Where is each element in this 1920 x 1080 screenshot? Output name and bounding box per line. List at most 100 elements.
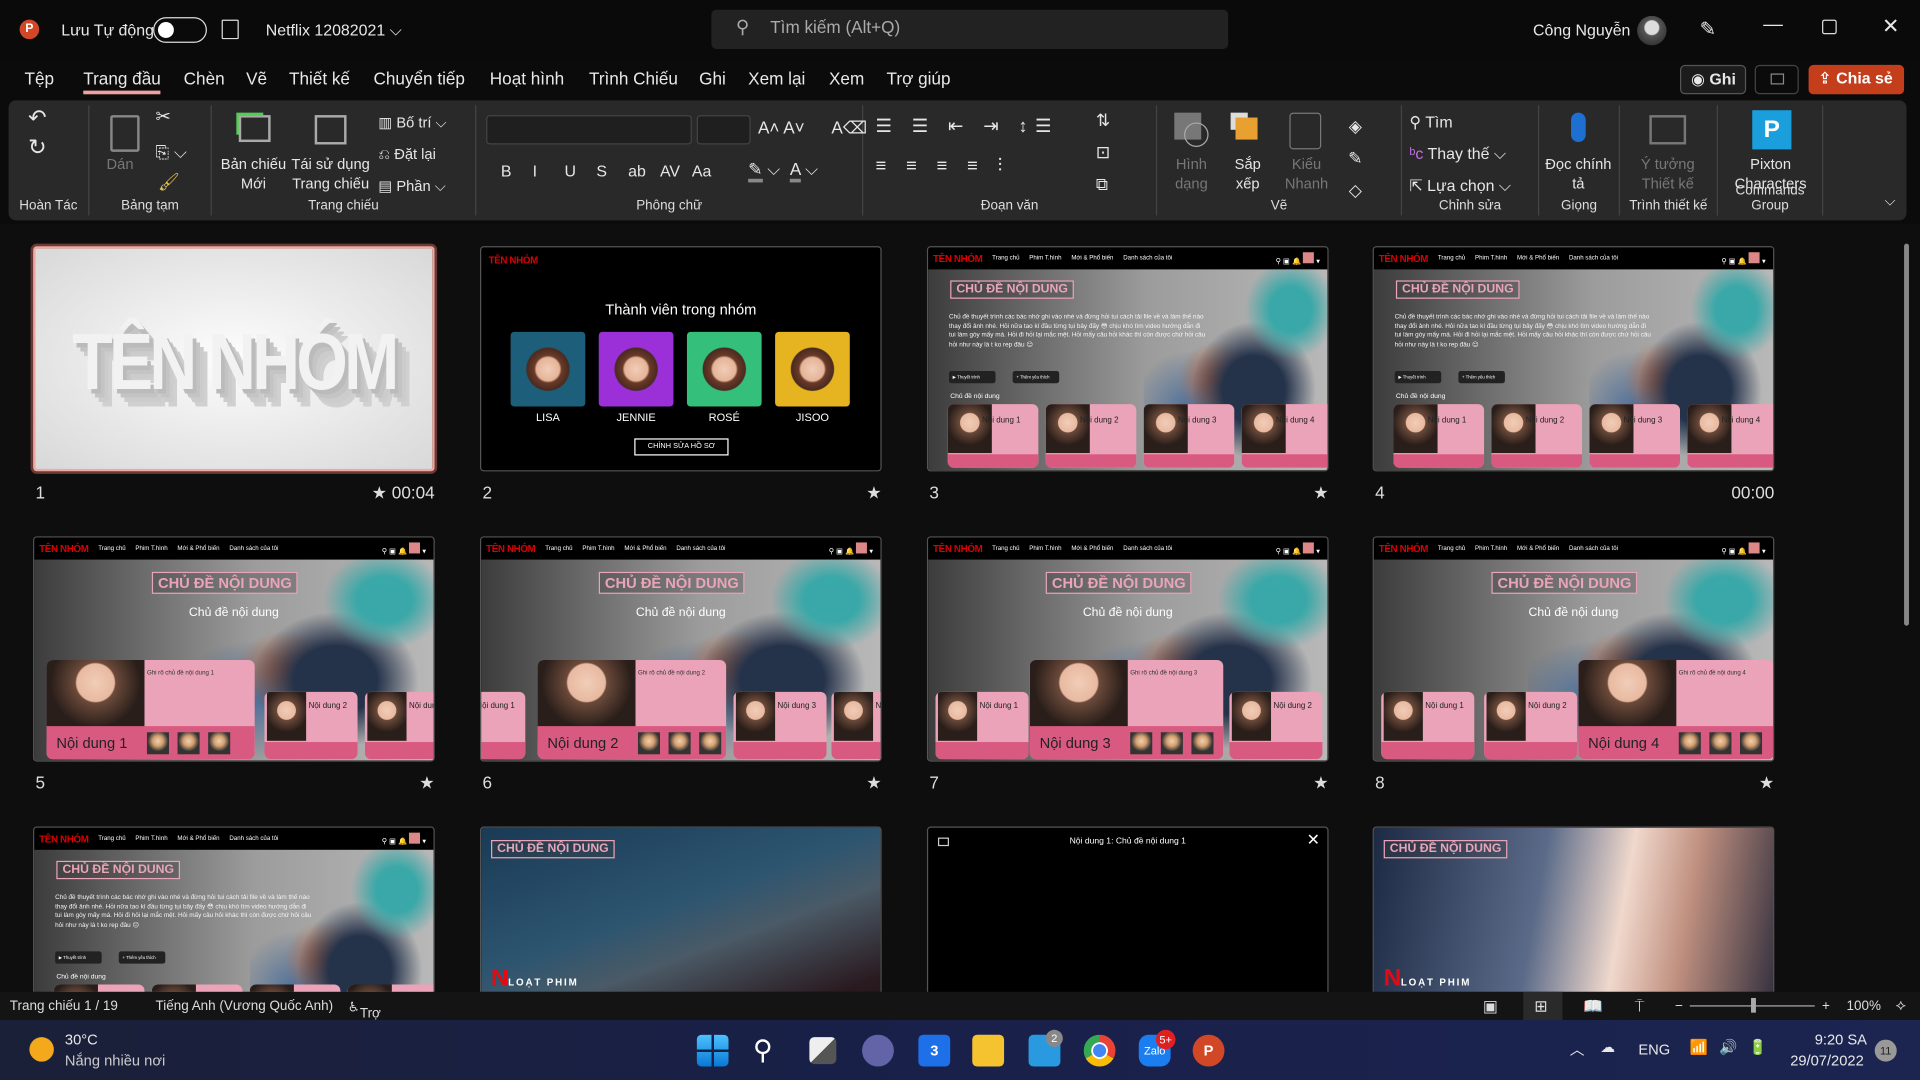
restore-icon[interactable] xyxy=(1822,19,1837,35)
slide-thumbnail-12[interactable]: CHỦ ĐỀ NỘI DUNG N LOẠT PHIM xyxy=(1372,826,1775,992)
clock-date[interactable]: 29/07/2022 xyxy=(1790,1052,1864,1069)
reuse-slides-button[interactable]: Tái sử dụng Trang chiếu xyxy=(290,154,371,193)
arrange-button[interactable]: Sắp xếp xyxy=(1226,154,1270,193)
clear-format-icon[interactable]: A⌫ xyxy=(831,118,867,138)
tab-1[interactable]: Trang đầu xyxy=(83,69,161,95)
onedrive-icon[interactable]: ☁ xyxy=(1600,1038,1615,1055)
file-explorer-icon[interactable] xyxy=(972,1034,1005,1067)
slideshow-view-icon[interactable]: ⍑ xyxy=(1635,997,1645,1017)
tab-6[interactable]: Hoạt hình xyxy=(490,69,564,89)
slide-thumbnail-6[interactable]: TÊN NHÓM Trang chủ Phim T.hình Mới & Phổ bi… xyxy=(480,536,882,762)
notification-badge[interactable]: 11 xyxy=(1874,1039,1897,1062)
find-button[interactable]: ⚲ Tìm xyxy=(1409,113,1452,133)
teams-chat-icon[interactable] xyxy=(862,1034,894,1067)
tab-7[interactable]: Trình Chiếu xyxy=(589,69,678,89)
reading-view-icon[interactable]: 📖 xyxy=(1583,997,1603,1017)
scrollbar[interactable] xyxy=(1902,229,1912,988)
shape-fill-outline-effects-icons[interactable]: ◈ ✎ ◇ xyxy=(1348,110,1362,206)
zoom-level[interactable]: 100% xyxy=(1847,999,1881,1014)
zoom-slider-thumb[interactable] xyxy=(1751,997,1756,1013)
chrome-icon[interactable] xyxy=(1083,1034,1116,1067)
autosave-toggle[interactable] xyxy=(153,17,207,43)
section-button[interactable]: ▤ Phần ⌵ xyxy=(378,176,446,196)
battery-icon[interactable]: 🔋 xyxy=(1749,1038,1767,1055)
slide-thumbnail-3[interactable]: TÊN NHÓM Trang chủ Phim T.hình Mới & Phổ bi… xyxy=(926,246,1329,472)
minimize-icon[interactable]: — xyxy=(1763,15,1783,37)
tab-8[interactable]: Ghi xyxy=(699,69,726,89)
undo-icon[interactable]: ↶ xyxy=(28,107,46,129)
slide-thumbnail-11[interactable]: Nội dung 1: Chủ đề nội dung 1 ✕ xyxy=(926,826,1329,992)
slide-thumbnail-7[interactable]: TÊN NHÓM Trang chủ Phim T.hình Mới & Phổ bi… xyxy=(926,536,1329,762)
close-icon[interactable]: ✕ xyxy=(1882,15,1899,39)
weather-icon[interactable] xyxy=(29,1037,54,1062)
powerpoint-taskbar-icon[interactable]: P xyxy=(1192,1034,1225,1067)
document-title[interactable]: Netflix 12082021 ⌵ xyxy=(266,21,402,41)
cut-icon[interactable]: ✂ xyxy=(156,107,171,128)
design-ideas-button[interactable]: Ý tưởng Thiết kế xyxy=(1627,154,1708,193)
replace-button[interactable]: ᵇc Thay thế ⌵ xyxy=(1409,144,1506,164)
accessibility-status[interactable]: ♿ Trợ năng: Cần điều tra xyxy=(348,999,394,1080)
tab-10[interactable]: Xem xyxy=(829,69,864,89)
font-button-3[interactable]: S xyxy=(596,162,607,182)
avatar[interactable] xyxy=(1637,15,1667,46)
text-direction-icon[interactable]: ⇅ xyxy=(1096,110,1110,130)
coauthoring-icon[interactable]: ✎ xyxy=(1700,17,1716,41)
select-button[interactable]: ⇱ Lựa chọn ⌵ xyxy=(1409,176,1511,196)
record-button[interactable]: ◉ Ghi xyxy=(1680,64,1747,95)
font-button-6[interactable]: Aa xyxy=(692,162,711,182)
scrollbar-thumb[interactable] xyxy=(1904,243,1909,626)
weather-text[interactable]: Nắng nhiều nơi xyxy=(65,1052,165,1069)
quick-styles-button[interactable]: Kiểu Nhanh xyxy=(1280,154,1334,193)
tab-0[interactable]: Tệp xyxy=(24,69,54,89)
format-painter-icon[interactable]: 🖌 xyxy=(158,171,180,191)
save-icon[interactable] xyxy=(221,19,239,40)
highlight-and-font-color-icons[interactable]: ✎ ⌵ A ⌵ xyxy=(748,159,818,183)
tab-11[interactable]: Trợ giúp xyxy=(887,69,951,89)
zoom-in-icon[interactable]: + xyxy=(1822,999,1830,1014)
normal-view-icon[interactable]: ▣ xyxy=(1483,997,1498,1017)
font-button-0[interactable]: B xyxy=(501,162,512,182)
slide-thumbnail-5[interactable]: TÊN NHÓM Trang chủ Phim T.hình Mới & Phổ bi… xyxy=(33,536,435,762)
copy-icon[interactable]: ⎘ ⌵ xyxy=(156,142,187,162)
layout-button[interactable]: ▥ Bố trí ⌵ xyxy=(378,113,446,133)
volume-icon[interactable]: 🔊 xyxy=(1719,1038,1737,1055)
reset-button[interactable]: ⎌ Đặt lại xyxy=(378,144,435,164)
slide-thumbnail-4[interactable]: TÊN NHÓM Trang chủ Phim T.hình Mới & Phổ bi… xyxy=(1372,246,1775,472)
smartart-icon[interactable]: ⧉ xyxy=(1096,174,1108,194)
slide-thumbnail-9[interactable]: TÊN NHÓM Trang chủ Phim T.hình Mới & Phổ bi… xyxy=(33,826,435,992)
show-hidden-icons[interactable]: ︿ xyxy=(1570,1038,1585,1059)
tab-3[interactable]: Vẽ xyxy=(246,69,267,89)
font-size-dropdown[interactable] xyxy=(696,115,751,145)
font-button-1[interactable]: I xyxy=(533,162,537,182)
list-icons[interactable]: ☰ ☰ ⇤ ⇥ ↕☰ xyxy=(876,117,1059,138)
shapes-button[interactable]: Hình dạng xyxy=(1167,154,1216,193)
dictate-button[interactable]: Đọc chính tả xyxy=(1542,154,1615,193)
fit-to-window-icon[interactable]: ⟡ xyxy=(1896,996,1907,1016)
search-input[interactable]: ⚲ Tìm kiếm (Alt+Q) xyxy=(711,9,1229,49)
language-status[interactable]: Tiếng Anh (Vương Quốc Anh) xyxy=(156,999,334,1014)
ribbon-collapse-icon[interactable]: ⌵ xyxy=(1884,191,1895,211)
temperature[interactable]: 30°C xyxy=(65,1031,98,1048)
font-button-4[interactable]: ab xyxy=(628,162,646,182)
search-taskbar-icon[interactable]: ⚲ xyxy=(753,1035,785,1067)
paste-button[interactable]: Dán xyxy=(107,154,134,174)
tab-4[interactable]: Thiết kế xyxy=(289,69,350,89)
input-language[interactable]: ENG xyxy=(1638,1041,1670,1058)
increase-font-icon[interactable]: A˄ A˅ xyxy=(758,118,805,138)
font-button-2[interactable]: U xyxy=(564,162,575,182)
tab-2[interactable]: Chèn xyxy=(184,69,225,89)
zoom-out-icon[interactable]: − xyxy=(1675,999,1683,1014)
task-view-icon[interactable] xyxy=(809,1037,837,1065)
slide-thumbnail-10[interactable]: CHỦ ĐỀ NỘI DUNG N LOẠT PHIM xyxy=(480,826,882,992)
new-slide-button[interactable]: Bản chiếu Mới xyxy=(219,154,288,193)
font-button-5[interactable]: AV xyxy=(660,162,680,182)
comments-button[interactable] xyxy=(1754,64,1799,95)
clock-time[interactable]: 9:20 SA xyxy=(1815,1031,1867,1048)
slide-sorter-view-icon[interactable]: ⊞ xyxy=(1523,991,1563,1021)
share-button[interactable]: ⇪ Chia sẻ xyxy=(1808,64,1905,95)
start-icon[interactable] xyxy=(696,1034,729,1067)
tab-9[interactable]: Xem lại xyxy=(748,69,805,89)
slide-thumbnail-8[interactable]: TÊN NHÓM Trang chủ Phim T.hình Mới & Phổ bi… xyxy=(1372,536,1775,762)
tab-5[interactable]: Chuyển tiếp xyxy=(373,69,464,89)
align-icons[interactable]: ≡ ≡ ≡ ≡ ⫶ xyxy=(876,156,1010,177)
